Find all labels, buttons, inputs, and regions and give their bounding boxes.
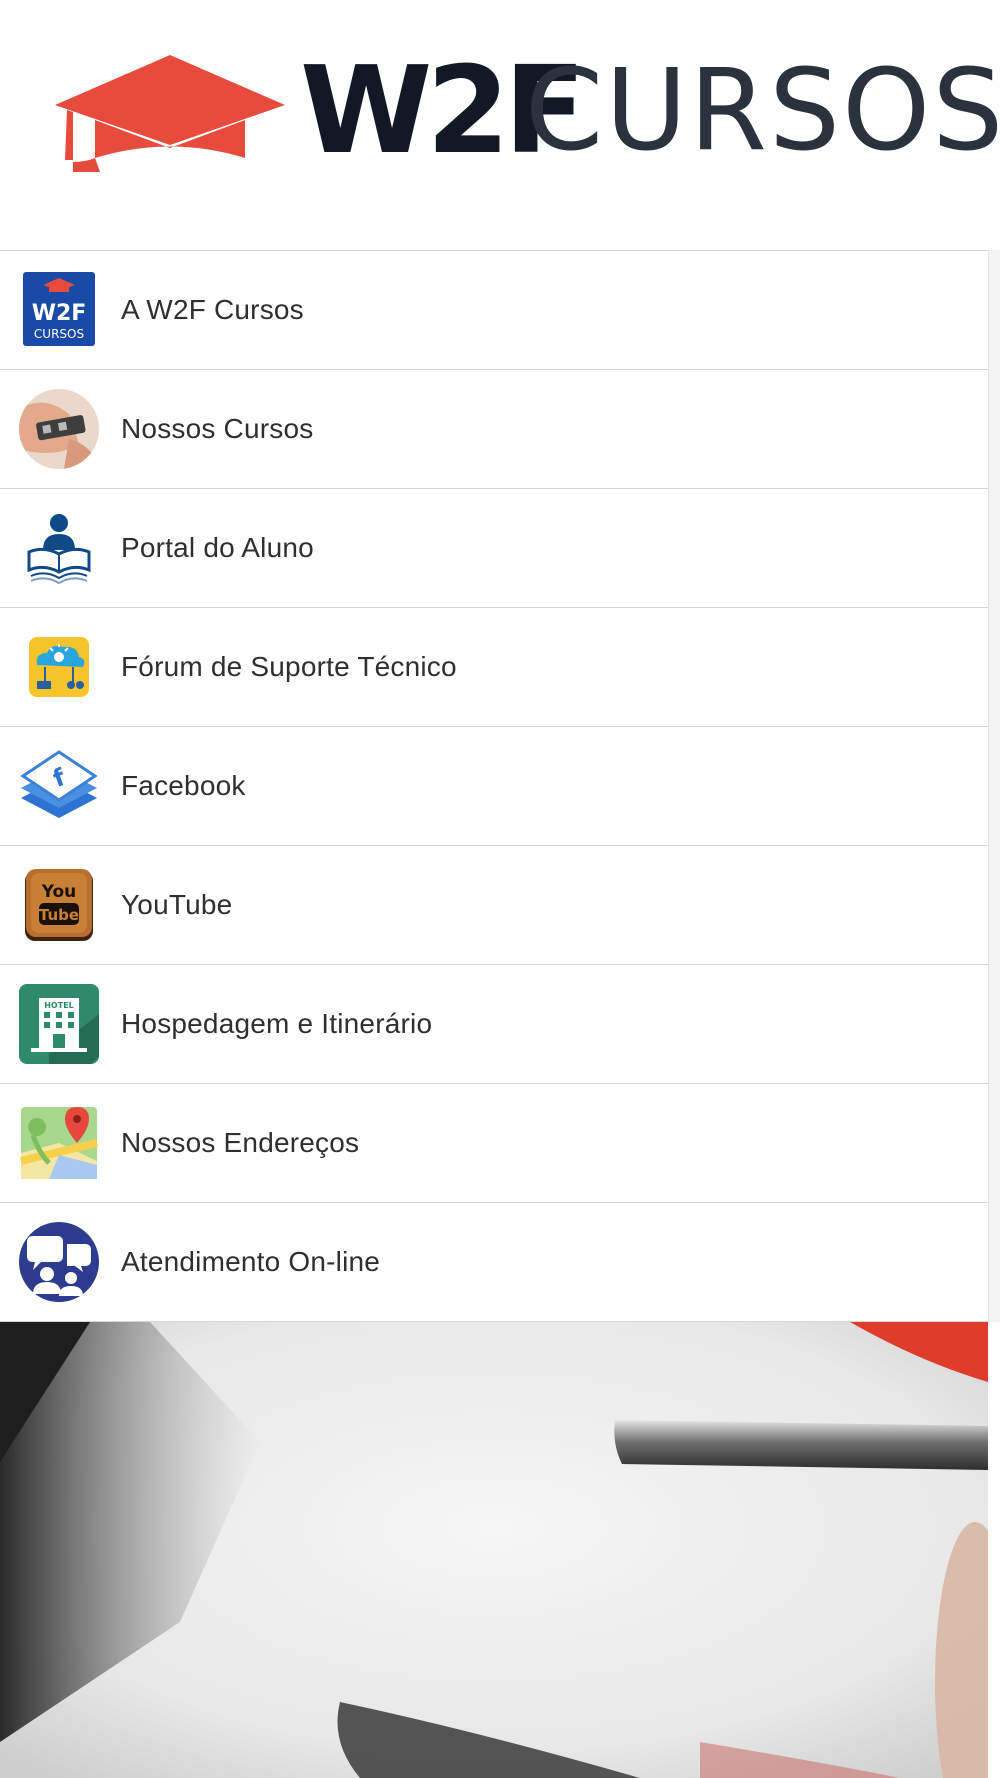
youtube-tube-text: Tube bbox=[39, 906, 79, 924]
cloud-idea-icon bbox=[19, 627, 99, 707]
menu-item-forum-suporte[interactable]: Fórum de Suporte Técnico bbox=[0, 608, 988, 727]
w2f-logo-icon: W2F CURSOS bbox=[19, 270, 99, 350]
youtube-icon: You Tube bbox=[19, 865, 99, 945]
menu-item-label: A W2F Cursos bbox=[121, 294, 304, 325]
map-pin-icon bbox=[19, 1103, 99, 1183]
menu-item-label: Atendimento On-line bbox=[121, 1246, 381, 1277]
w2f-icon-text: W2F bbox=[32, 301, 87, 326]
menu-item-label: Portal do Aluno bbox=[121, 532, 314, 563]
student-reading-icon bbox=[19, 508, 99, 588]
facebook-icon: f bbox=[19, 746, 99, 826]
menu-item-facebook[interactable]: f Facebook bbox=[0, 727, 988, 846]
menu-item-portal-do-aluno[interactable]: Portal do Aluno bbox=[0, 489, 988, 608]
menu-item-label: Fórum de Suporte Técnico bbox=[121, 651, 457, 682]
screwdriver-photo bbox=[0, 1322, 988, 1778]
menu-item-label: Hospedagem e Itinerário bbox=[121, 1008, 433, 1039]
hotel-sign-text: HOTEL bbox=[44, 1001, 74, 1010]
main-menu: W2F CURSOS A W2F Cursos Nossos Cursos Po… bbox=[0, 250, 988, 1322]
menu-item-a-w2f-cursos[interactable]: W2F CURSOS A W2F Cursos bbox=[0, 251, 988, 370]
menu-item-label: YouTube bbox=[121, 889, 233, 920]
menu-item-label: Facebook bbox=[121, 770, 246, 801]
menu-item-nossos-enderecos[interactable]: Nossos Endereços bbox=[0, 1084, 988, 1203]
hotel-icon: HOTEL bbox=[19, 984, 99, 1064]
menu-item-label: Nossos Cursos bbox=[121, 413, 314, 444]
cursos-icon-text: CURSOS bbox=[34, 327, 84, 341]
graduation-cap-icon bbox=[55, 55, 285, 172]
menu-item-hospedagem[interactable]: HOTEL Hospedagem e Itinerário bbox=[0, 965, 988, 1084]
w2f-cursos-logo: W2F CURSOS bbox=[55, 45, 1000, 180]
chat-support-icon bbox=[19, 1222, 99, 1302]
menu-item-youtube[interactable]: You Tube YouTube bbox=[0, 846, 988, 965]
menu-item-atendimento[interactable]: Atendimento On-line bbox=[0, 1203, 988, 1322]
menu-item-nossos-cursos[interactable]: Nossos Cursos bbox=[0, 370, 988, 489]
app-header: W2F CURSOS bbox=[0, 0, 1000, 250]
menu-item-label: Nossos Endereços bbox=[121, 1127, 360, 1158]
youtube-you-text: You bbox=[41, 882, 77, 902]
list-right-edge bbox=[988, 250, 1000, 1322]
device-in-hand-icon bbox=[19, 389, 99, 469]
logo-brand-light: CURSOS bbox=[525, 46, 1000, 176]
